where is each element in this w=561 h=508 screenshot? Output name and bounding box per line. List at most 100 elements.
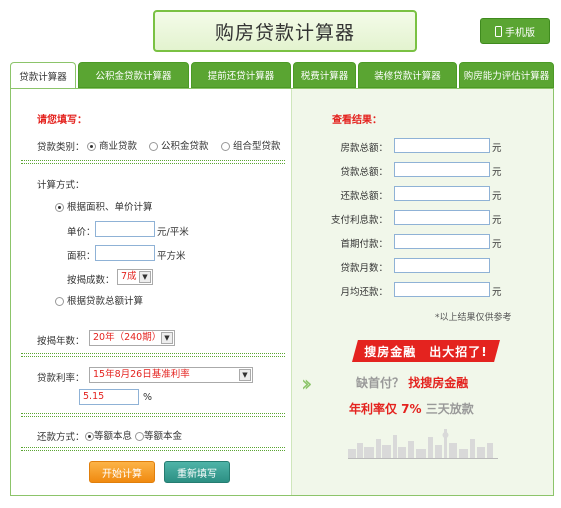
divider <box>21 447 285 448</box>
total-loan-field[interactable] <box>394 162 490 177</box>
loan-rate-select[interactable]: 15年8月26日基准利率 ▼ <box>89 367 253 383</box>
loan-type-label: 贷款类别： <box>37 142 85 153</box>
interest-paid-field[interactable] <box>394 210 490 225</box>
divider <box>21 413 285 414</box>
calculator-tabs: 贷款计算器 公积金贷款计算器 提前还贷计算器 税费计算器 装修贷款计算器 购房能… <box>10 62 554 89</box>
result-label: 贷款月数： <box>340 263 388 274</box>
loan-type-commercial-label: 商业贷款 <box>99 141 138 152</box>
mortgage-ratio-value: 7成 <box>121 271 137 282</box>
loan-type-commercial[interactable]: 商业贷款 <box>87 138 137 152</box>
tab-decoration-loan-calculator[interactable]: 装修贷款计算器 <box>358 62 457 88</box>
divider <box>21 160 285 161</box>
result-unit: 元 <box>492 215 502 226</box>
unit-price-label: 单价： <box>67 227 96 238</box>
ad-slogan-line1[interactable]: 缺首付？ 找搜房金融 <box>356 374 468 391</box>
result-label: 房款总额： <box>340 143 388 154</box>
result-unit: 元 <box>492 167 502 178</box>
ad-banner[interactable]: 搜房金融 出大招了! <box>352 340 500 362</box>
tab-purchase-ability-calculator[interactable]: 购房能力评估计算器 <box>459 62 554 88</box>
result-label: 还款总额： <box>340 191 388 202</box>
method-by-area[interactable]: 根据面积、单价计算 <box>55 199 153 213</box>
result-note: *以上结果仅供参考 <box>435 313 512 323</box>
mortgage-ratio-select[interactable]: 7成 ▼ <box>117 269 153 285</box>
loan-type-fund[interactable]: 公积金贷款 <box>149 138 209 152</box>
area-label: 面积： <box>67 251 96 262</box>
divider <box>21 356 285 357</box>
total-repayment-field[interactable] <box>394 186 490 201</box>
result-label: 贷款总额： <box>340 167 388 178</box>
repay-equal-installment-label: 等额本息 <box>94 431 133 442</box>
result-unit: 元 <box>492 287 502 298</box>
fill-in-title: 请您填写： <box>37 115 87 126</box>
method-by-total[interactable]: 根据贷款总额计算 <box>55 293 143 307</box>
result-unit: 元 <box>492 191 502 202</box>
reset-button[interactable]: 重新填写 <box>164 461 230 483</box>
radio-method-total[interactable] <box>55 297 64 306</box>
unit-price-unit: 元/平米 <box>157 227 189 238</box>
mortgage-ratio-label: 按揭成数： <box>67 275 115 286</box>
divider <box>21 353 285 354</box>
result-label: 支付利息款： <box>330 215 388 226</box>
radio-equal-principal[interactable] <box>135 432 144 441</box>
chevron-down-icon: ▼ <box>139 271 151 283</box>
tab-prepayment-calculator[interactable]: 提前还贷计算器 <box>191 62 291 88</box>
monthly-payment-field[interactable] <box>394 282 490 297</box>
phone-icon <box>495 25 502 37</box>
result-label: 首期付款： <box>340 239 388 250</box>
area-input[interactable] <box>95 245 155 261</box>
ad-line1-gray: 缺首付？ <box>356 376 405 390</box>
double-chevron-right-icon: ›› <box>301 372 312 397</box>
repay-equal-principal-label: 等额本金 <box>144 431 183 442</box>
result-section: 查看结果： 房款总额： 元 贷款总额： 元 还款总额： 元 支付利息款： 元 首… <box>291 89 553 495</box>
result-title: 查看结果： <box>332 115 382 126</box>
tab-loan-calculator[interactable]: 贷款计算器 <box>10 62 76 89</box>
page-title-text: 购房贷款计算器 <box>214 21 355 44</box>
tab-tax-calculator[interactable]: 税费计算器 <box>293 62 356 88</box>
loan-rate-unit: % <box>143 392 153 403</box>
result-unit: 元 <box>492 143 502 154</box>
radio-combined[interactable] <box>221 142 230 151</box>
calculator-panel: 请您填写： 贷款类别： 商业贷款 公积金贷款 组合型贷款 计算方式： 根据面积、… <box>10 88 554 496</box>
radio-equal-installment[interactable] <box>85 432 94 441</box>
result-unit: 元 <box>492 239 502 250</box>
radio-commercial[interactable] <box>87 142 96 151</box>
tab-fund-loan-calculator[interactable]: 公积金贷款计算器 <box>78 62 189 88</box>
divider <box>21 450 285 451</box>
loan-rate-input[interactable]: 5.15 <box>79 389 139 405</box>
repay-method-label: 还款方式： <box>37 432 85 443</box>
mortgage-years-select[interactable]: 20年（240期） ▼ <box>89 330 175 346</box>
loan-months-field[interactable] <box>394 258 490 273</box>
chevron-down-icon: ▼ <box>161 332 173 344</box>
mortgage-years-value: 20年（240期） <box>93 332 162 343</box>
divider <box>21 416 285 417</box>
method-area-label: 根据面积、单价计算 <box>67 202 153 213</box>
input-section: 请您填写： 贷款类别： 商业贷款 公积金贷款 组合型贷款 计算方式： 根据面积、… <box>11 89 291 495</box>
method-total-label: 根据贷款总额计算 <box>67 296 144 307</box>
ad-line1-red: 找搜房金融 <box>408 376 469 390</box>
chevron-down-icon: ▼ <box>239 369 251 381</box>
mortgage-years-label: 按揭年数： <box>37 336 85 347</box>
ad-line2-gray: 三天放款 <box>425 402 474 416</box>
result-label: 月均还款： <box>340 287 388 298</box>
calc-method-label: 计算方式： <box>37 180 85 191</box>
total-house-price-field[interactable] <box>394 138 490 153</box>
repay-equal-installment[interactable]: 等额本息 <box>85 428 132 442</box>
radio-fund[interactable] <box>149 142 158 151</box>
ad-slogan-line2[interactable]: 年利率仅 7% 三天放款 <box>349 400 474 417</box>
unit-price-input[interactable] <box>95 221 155 237</box>
loan-rate-value: 15年8月26日基准利率 <box>93 369 190 380</box>
loan-type-fund-label: 公积金贷款 <box>161 141 209 152</box>
repay-equal-principal[interactable]: 等额本金 <box>135 428 182 442</box>
down-payment-field[interactable] <box>394 234 490 249</box>
divider <box>21 163 285 164</box>
city-skyline-icon <box>348 429 498 459</box>
page-title: 购房贷款计算器 <box>153 10 417 52</box>
mobile-version-label: 手机版 <box>505 27 535 39</box>
ad-line2-red: 年利率仅 7% <box>349 402 422 416</box>
loan-type-combined[interactable]: 组合型贷款 <box>221 138 281 152</box>
loan-rate-label: 贷款利率： <box>37 373 85 384</box>
radio-method-area[interactable] <box>55 203 64 212</box>
start-calculation-button[interactable]: 开始计算 <box>89 461 155 483</box>
loan-type-combined-label: 组合型贷款 <box>233 141 281 152</box>
mobile-version-button[interactable]: 手机版 <box>480 18 550 44</box>
